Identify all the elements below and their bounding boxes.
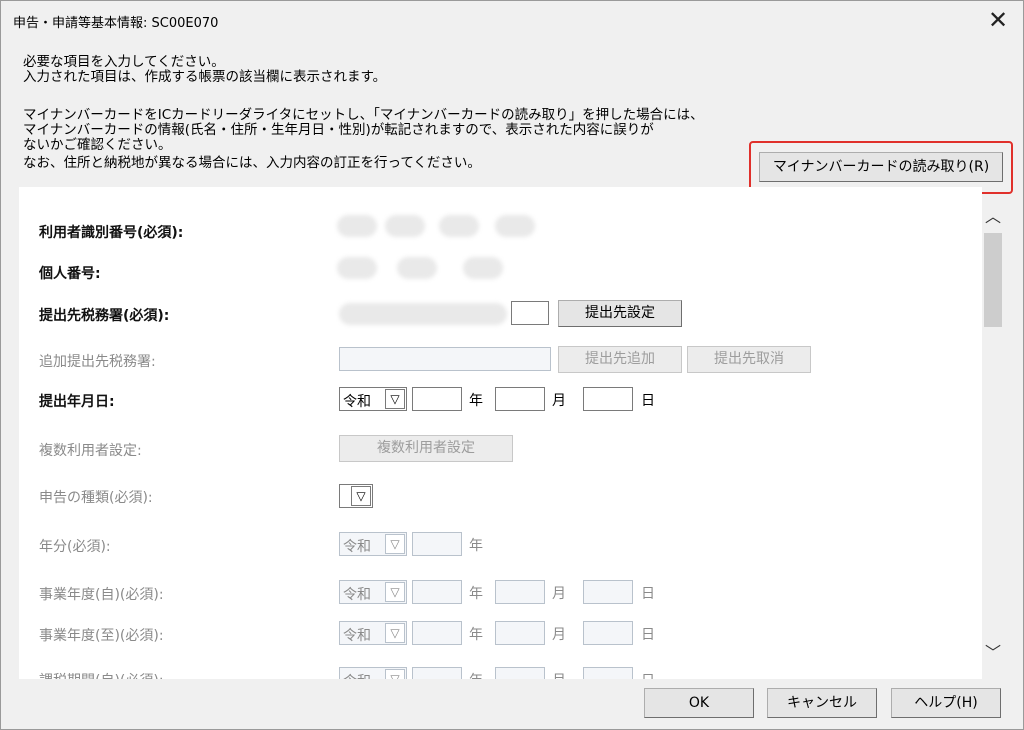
tax-office-label: 提出先税務署(必須):: [39, 308, 170, 324]
period-from-day-unit: 日: [641, 670, 655, 679]
fiscal-to-day-field[interactable]: [583, 621, 633, 645]
period-from-year-field[interactable]: [412, 667, 462, 679]
redacted-user-id-2: [385, 215, 425, 237]
additional-office-label: 追加提出先税務署:: [39, 354, 156, 370]
period-from-era-value: 令和: [343, 671, 371, 679]
fiscal-to-year-unit: 年: [469, 627, 483, 643]
redacted-personal-no-3: [463, 257, 503, 279]
submit-month-field[interactable]: [495, 387, 545, 411]
year-field[interactable]: [412, 532, 462, 556]
instruction-line-4: マイナンバーカードの情報(氏名・住所・生年月日・性別)が転記されますので、表示さ…: [23, 122, 654, 138]
year-era-select[interactable]: 令和 ▽: [339, 532, 407, 556]
redacted-user-id-1: [337, 215, 377, 237]
submit-era-select[interactable]: 令和 ▽: [339, 387, 407, 411]
instruction-line-2: 入力された項目は、作成する帳票の該当欄に表示されます。: [23, 69, 387, 85]
dialog-window: 申告・申請等基本情報: SC00E070 ✕ 必要な項目を入力してください。 入…: [0, 0, 1024, 730]
instruction-line-3: マイナンバーカードをICカードリーダライタにセットし、「マイナンバーカードの読み…: [23, 107, 704, 123]
instruction-line-6: なお、住所と納税地が異なる場合には、入力内容の訂正を行ってください。: [23, 155, 481, 171]
period-from-label: 課税期間(自)(必須):: [39, 670, 164, 679]
fiscal-to-label: 事業年度(至)(必須):: [39, 628, 164, 644]
period-from-day-field[interactable]: [583, 667, 633, 679]
help-button[interactable]: ヘルプ(H): [891, 688, 1001, 718]
cancel-button[interactable]: キャンセル: [767, 688, 877, 718]
fiscal-from-year-unit: 年: [469, 586, 483, 602]
chevron-down-icon: ▽: [385, 669, 405, 679]
mynumber-read-button[interactable]: マイナンバーカードの読み取り(R): [759, 152, 1003, 182]
submit-year-field[interactable]: [412, 387, 462, 411]
instruction-line-5: ないかご確認ください。: [23, 137, 172, 153]
redacted-personal-no-1: [337, 257, 377, 279]
fiscal-from-month-unit: 月: [552, 586, 566, 602]
multi-user-button[interactable]: 複数利用者設定: [339, 435, 513, 462]
office-add-button[interactable]: 提出先追加: [558, 346, 682, 373]
close-icon[interactable]: ✕: [983, 5, 1013, 35]
fiscal-to-month-field[interactable]: [495, 621, 545, 645]
personal-no-label: 個人番号:: [39, 266, 101, 282]
fiscal-to-day-unit: 日: [641, 627, 655, 643]
chevron-down-icon: ▽: [385, 623, 405, 643]
period-from-year-unit: 年: [469, 670, 483, 679]
year-unit: 年: [469, 538, 483, 554]
fiscal-to-era-value: 令和: [343, 628, 371, 644]
submit-year-unit: 年: [469, 393, 483, 409]
fiscal-from-label: 事業年度(自)(必須):: [39, 587, 164, 603]
form-panel: 利用者識別番号(必須): 個人番号: 提出先税務署(必須): 提出先設定 追加提…: [19, 187, 982, 679]
submit-date-label: 提出年月日:: [39, 394, 115, 410]
chevron-down-icon[interactable]: ﹀: [984, 639, 1002, 663]
redacted-user-id-4: [495, 215, 535, 237]
fiscal-from-month-field[interactable]: [495, 580, 545, 604]
tax-office-code-field[interactable]: [511, 301, 549, 325]
submit-era-value: 令和: [343, 394, 371, 410]
chevron-down-icon: ▽: [385, 389, 405, 409]
fiscal-to-month-unit: 月: [552, 627, 566, 643]
period-from-month-field[interactable]: [495, 667, 545, 679]
fiscal-from-year-field[interactable]: [412, 580, 462, 604]
redacted-personal-no-2: [397, 257, 437, 279]
title-bar: 申告・申請等基本情報: SC00E070 ✕: [1, 1, 1023, 39]
chevron-down-icon: ▽: [385, 534, 405, 554]
window-title: 申告・申請等基本情報: SC00E070: [13, 16, 219, 31]
fiscal-from-day-unit: 日: [641, 586, 655, 602]
user-id-label: 利用者識別番号(必須):: [39, 225, 184, 241]
chevron-down-icon: ▽: [385, 582, 405, 602]
fiscal-to-year-field[interactable]: [412, 621, 462, 645]
chevron-up-icon[interactable]: ︿: [984, 203, 1002, 227]
year-label: 年分(必須):: [39, 539, 111, 555]
report-type-label: 申告の種類(必須):: [39, 490, 153, 506]
fiscal-from-era-value: 令和: [343, 587, 371, 603]
period-from-era-select[interactable]: 令和 ▽: [339, 667, 407, 679]
submit-day-field[interactable]: [583, 387, 633, 411]
fiscal-from-day-field[interactable]: [583, 580, 633, 604]
period-from-month-unit: 月: [552, 670, 566, 679]
year-era-value: 令和: [343, 539, 371, 555]
office-set-button[interactable]: 提出先設定: [558, 300, 682, 327]
scrollbar-thumb[interactable]: [984, 233, 1002, 327]
redacted-user-id-3: [439, 215, 479, 237]
submit-month-unit: 月: [552, 393, 566, 409]
fiscal-to-era-select[interactable]: 令和 ▽: [339, 621, 407, 645]
additional-office-field[interactable]: [339, 347, 551, 371]
ok-button[interactable]: OK: [644, 688, 754, 718]
chevron-down-icon: ▽: [351, 486, 371, 506]
report-type-select[interactable]: ▽: [339, 484, 373, 508]
submit-day-unit: 日: [641, 393, 655, 409]
fiscal-from-era-select[interactable]: 令和 ▽: [339, 580, 407, 604]
instruction-line-1: 必要な項目を入力してください。: [23, 54, 225, 70]
multi-user-label: 複数利用者設定:: [39, 443, 142, 459]
office-cancel-button[interactable]: 提出先取消: [687, 346, 811, 373]
redacted-tax-office: [339, 303, 507, 325]
